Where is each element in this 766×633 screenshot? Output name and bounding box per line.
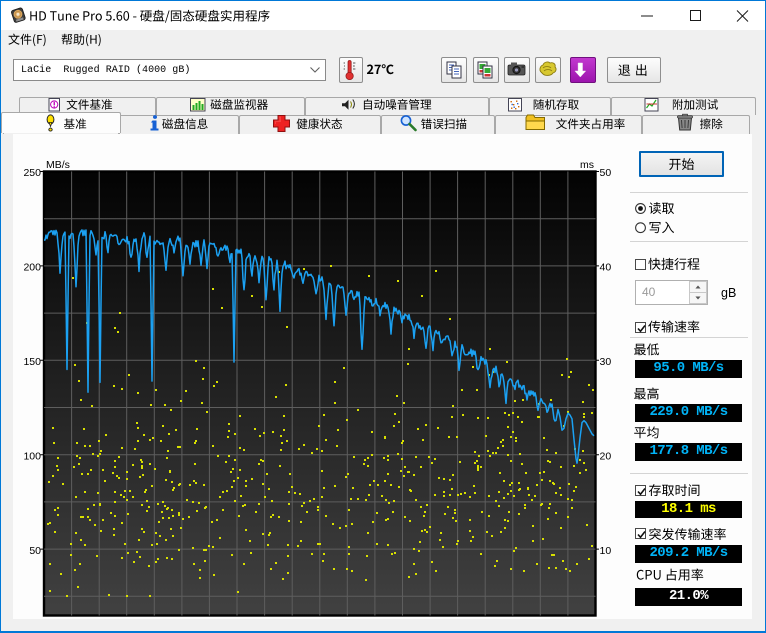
- svg-text:30: 30: [600, 356, 612, 368]
- svg-text:20: 20: [600, 450, 612, 462]
- svg-text:200: 200: [23, 262, 41, 274]
- svg-text:150: 150: [23, 356, 41, 368]
- svg-text:250: 250: [23, 167, 41, 179]
- svg-text:50: 50: [29, 545, 41, 557]
- svg-text:50: 50: [600, 167, 612, 179]
- svg-text:40: 40: [600, 262, 612, 274]
- svg-text:100: 100: [23, 450, 41, 462]
- svg-text:MB/s: MB/s: [46, 159, 70, 171]
- svg-text:ms: ms: [580, 159, 594, 171]
- svg-text:10: 10: [600, 545, 612, 557]
